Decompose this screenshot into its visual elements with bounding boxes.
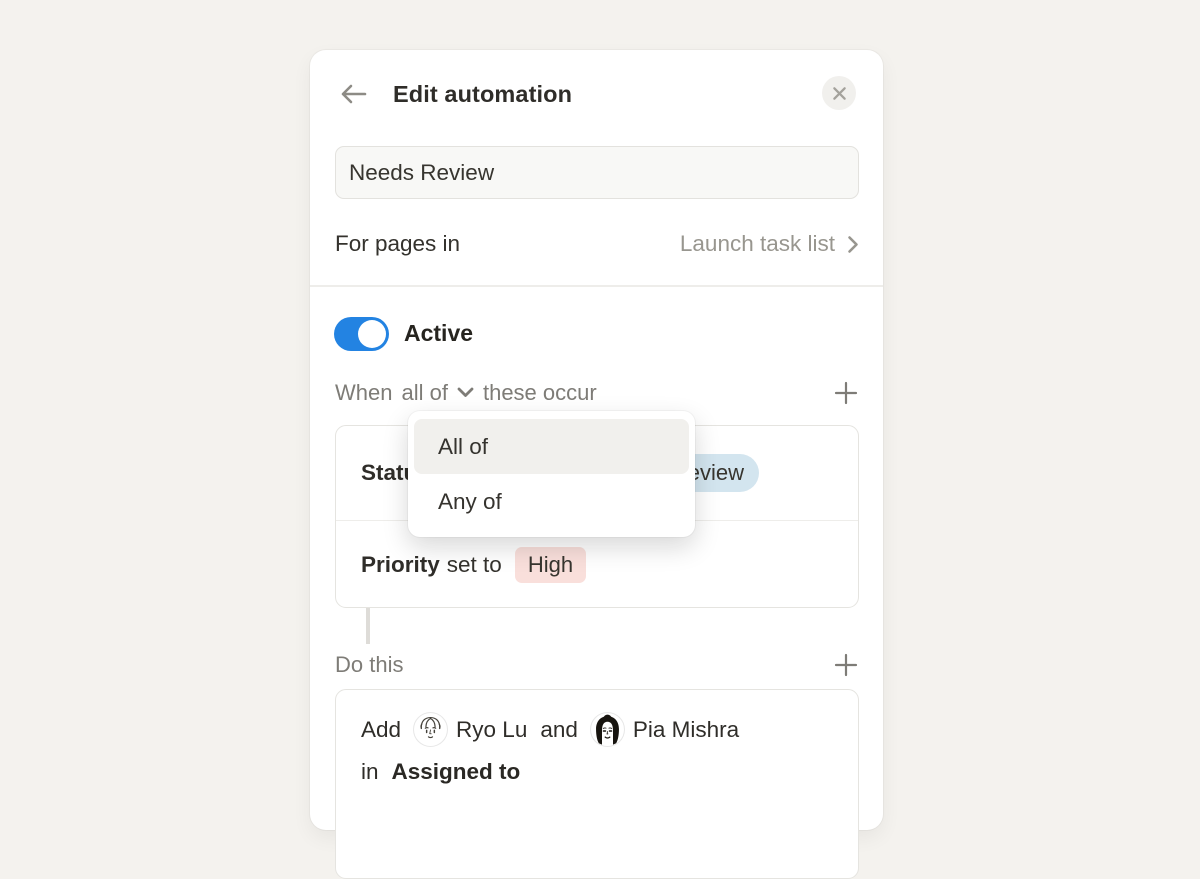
action-property: Assigned to — [392, 759, 521, 785]
dialog-header: Edit automation — [337, 75, 856, 113]
operator-menu: All of Any of — [408, 411, 695, 537]
operator-value: all of — [401, 380, 447, 406]
active-toggle-row: Active — [334, 315, 473, 352]
active-toggle-label: Active — [404, 320, 473, 347]
scope-row: For pages in Launch task list — [335, 222, 859, 266]
operator-dropdown-button[interactable]: all of — [401, 380, 473, 406]
plus-icon — [833, 380, 859, 406]
close-icon — [832, 86, 847, 101]
action-box[interactable]: Add — [335, 689, 859, 879]
action-preposition: in — [361, 759, 379, 785]
condition-verb: set to — [447, 552, 502, 578]
trigger-prefix: When — [335, 380, 392, 406]
automation-name-input[interactable] — [335, 146, 859, 199]
chevron-right-icon — [847, 235, 859, 254]
add-trigger-button[interactable] — [833, 380, 859, 406]
chevron-down-icon — [457, 387, 474, 398]
menu-item-all-of[interactable]: All of — [414, 419, 689, 474]
flow-connector-line — [366, 608, 370, 644]
scope-label: For pages in — [335, 231, 460, 257]
section-divider — [310, 285, 883, 287]
priority-value-pill: High — [515, 547, 586, 583]
condition-property: Priority — [361, 552, 440, 578]
person-name: Ryo Lu — [456, 717, 527, 743]
edit-automation-dialog: Edit automation For pages in Launch task… — [310, 50, 883, 830]
action-line-1: Add — [361, 712, 834, 747]
trigger-suffix: these occur — [483, 380, 597, 406]
action-conjunction: and — [540, 717, 578, 743]
menu-item-any-of[interactable]: Any of — [414, 474, 689, 529]
avatar-ryo-lu — [414, 713, 447, 746]
action-verb: Add — [361, 717, 401, 743]
person-name: Pia Mishra — [633, 717, 739, 743]
toggle-knob — [358, 320, 386, 348]
avatar-pia-mishra — [591, 713, 624, 746]
scope-selector[interactable]: Launch task list — [680, 231, 859, 257]
close-button[interactable] — [822, 76, 856, 110]
action-line-2: in Assigned to — [361, 754, 834, 789]
add-action-button[interactable] — [833, 652, 859, 678]
action-header-row: Do this — [335, 650, 859, 680]
active-toggle[interactable] — [334, 317, 389, 351]
back-button[interactable] — [337, 78, 369, 110]
trigger-header-row: When all of these occur — [335, 377, 859, 408]
page: { "page": { "background": "#F4F2EE" }, "… — [0, 0, 1200, 800]
scope-value: Launch task list — [680, 231, 835, 257]
arrow-left-icon — [338, 83, 368, 105]
plus-icon — [833, 652, 859, 678]
action-section-label: Do this — [335, 652, 403, 678]
dialog-title: Edit automation — [393, 81, 572, 108]
